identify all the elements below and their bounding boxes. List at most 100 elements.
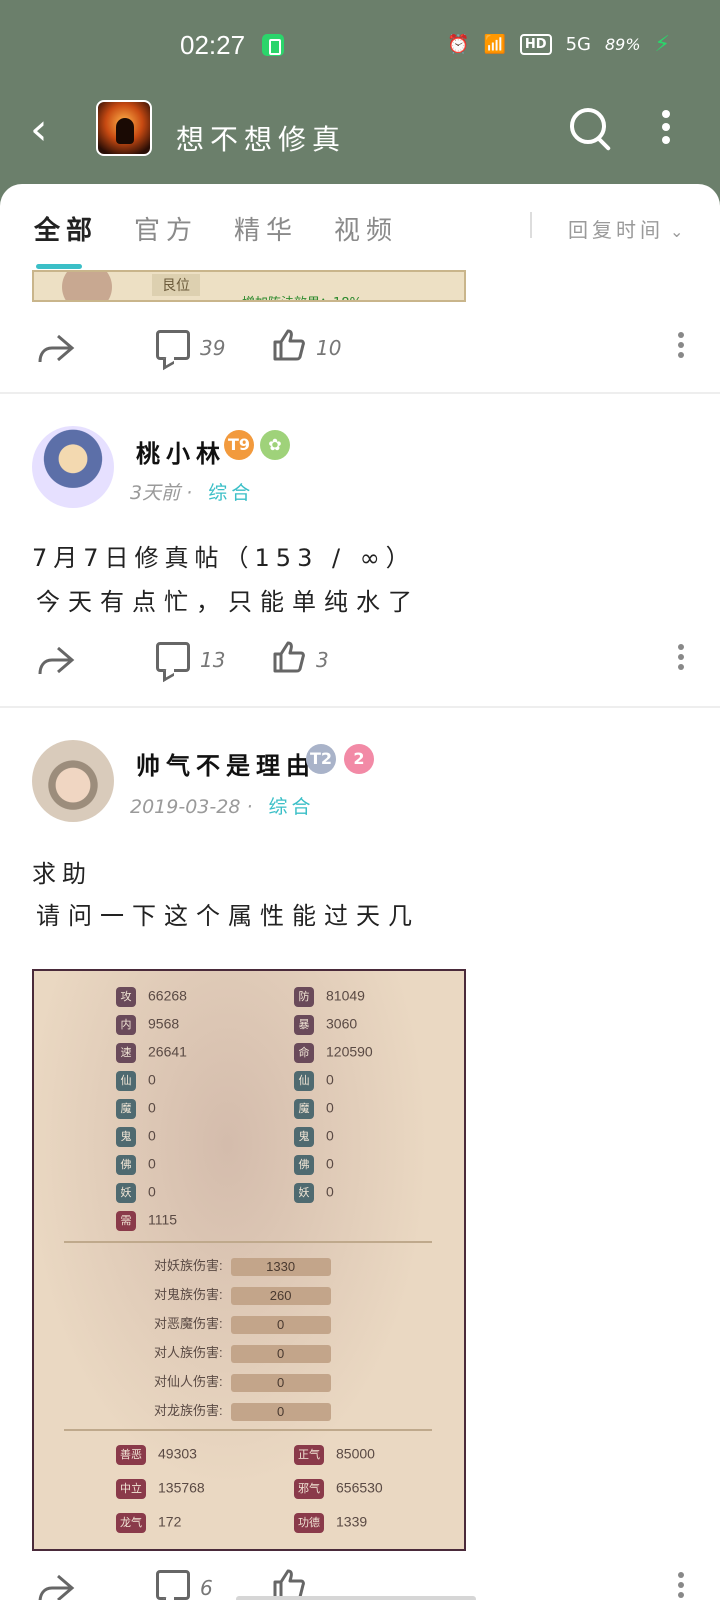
stat-row: 鬼0 bbox=[116, 1127, 156, 1147]
post-time: 3天前 bbox=[130, 482, 181, 504]
stat-row: 命 120590 bbox=[294, 1043, 373, 1063]
post-time: 2019-03-28 bbox=[130, 796, 241, 818]
level-badge: T2 bbox=[306, 744, 336, 774]
charging-icon: ⚡ bbox=[654, 32, 670, 57]
comment-icon[interactable] bbox=[156, 1570, 190, 1600]
stat-row: 邪气 656530 bbox=[294, 1479, 383, 1499]
image-effect-label: 增加阵法效果：18% bbox=[242, 292, 362, 300]
stat-row: 攻 66268 bbox=[116, 987, 187, 1007]
share-icon[interactable] bbox=[36, 332, 76, 366]
post-more-icon[interactable] bbox=[678, 644, 684, 670]
stat-row: 内 9568 bbox=[116, 1015, 179, 1035]
post-actions: 6 bbox=[0, 1558, 720, 1600]
medal-icon: ✿ bbox=[260, 430, 290, 460]
chevron-down-icon: ⌄ bbox=[670, 222, 688, 241]
stat-row: 龙气 172 bbox=[116, 1513, 181, 1533]
more-vertical-icon[interactable] bbox=[662, 110, 670, 144]
post-more-icon[interactable] bbox=[678, 1572, 684, 1598]
tab-official[interactable]: 官方 bbox=[134, 210, 198, 247]
stat-row: 魔0 bbox=[116, 1099, 156, 1119]
post-meta: 3天前 · 综合 bbox=[130, 482, 255, 504]
content-sheet: 全部 官方 精华 视频 回复时间 ⌄ 艮位 增加阵法效果：18% 39 10 桃小… bbox=[0, 184, 720, 1600]
page-title: 想不想修真 bbox=[176, 123, 347, 156]
divider bbox=[64, 1241, 432, 1243]
back-icon[interactable]: ‹ bbox=[30, 108, 48, 152]
stat-row: 佛0 bbox=[116, 1155, 156, 1175]
thumbs-up-icon[interactable] bbox=[272, 640, 306, 674]
stat-row: 仙0 bbox=[294, 1071, 334, 1091]
comment-icon[interactable] bbox=[156, 330, 190, 360]
status-bar: 02:27 ⏰ 📶 HD 5G 89% ⚡ bbox=[0, 0, 720, 90]
stat-row: 速 26641 bbox=[116, 1043, 187, 1063]
stat-row: 暴 3060 bbox=[294, 1015, 357, 1035]
stat-row: 防 81049 bbox=[294, 987, 365, 1007]
post-divider bbox=[0, 706, 720, 708]
avatar[interactable] bbox=[32, 740, 114, 822]
thumbs-up-icon[interactable] bbox=[272, 328, 306, 362]
like-count: 3 bbox=[316, 648, 329, 672]
damage-row: 对龙族伤害: 0 bbox=[154, 1400, 331, 1421]
post-actions: 13 3 bbox=[0, 630, 720, 690]
post-actions: 39 10 bbox=[0, 318, 720, 378]
damage-row: 对鬼族伤害: 260 bbox=[154, 1284, 331, 1305]
stat-row: 需 1115 bbox=[116, 1211, 177, 1231]
stat-row: 功德 1339 bbox=[294, 1513, 367, 1533]
post-body[interactable]: 今天有点忙，只能单纯水了 bbox=[36, 582, 420, 617]
battery-percent: 89% bbox=[604, 35, 641, 54]
tab-video[interactable]: 视频 bbox=[334, 210, 398, 247]
wifi-icon: 📶 bbox=[483, 34, 506, 55]
character-portrait bbox=[62, 272, 112, 300]
level-badge: T9 bbox=[224, 430, 254, 460]
divider bbox=[530, 212, 532, 238]
image-position-label: 艮位 bbox=[152, 274, 200, 296]
share-icon[interactable] bbox=[36, 1572, 76, 1600]
post-divider bbox=[0, 392, 720, 394]
post-body[interactable]: 请问一下这个属性能过天几 bbox=[36, 896, 420, 931]
stat-row: 鬼0 bbox=[294, 1127, 334, 1147]
rank-badge: 2 bbox=[344, 744, 374, 774]
damage-row: 对妖族伤害: 1330 bbox=[154, 1255, 331, 1276]
post-category[interactable]: 综合 bbox=[269, 796, 315, 818]
author-name[interactable]: 桃小林 bbox=[136, 434, 226, 469]
alarm-icon: ⏰ bbox=[447, 34, 470, 55]
home-indicator[interactable] bbox=[236, 1596, 476, 1600]
stat-row: 妖0 bbox=[116, 1183, 156, 1203]
post-category[interactable]: 综合 bbox=[208, 482, 254, 504]
sort-dropdown[interactable]: 回复时间 ⌄ bbox=[568, 214, 687, 243]
forum-avatar[interactable] bbox=[96, 100, 152, 156]
post-more-icon[interactable] bbox=[678, 332, 684, 358]
hd-icon: HD bbox=[519, 34, 552, 55]
author-name[interactable]: 帅气不是理由 bbox=[136, 746, 316, 781]
app-header: ‹ 想不想修真 bbox=[0, 90, 720, 190]
active-tab-indicator bbox=[36, 264, 82, 269]
damage-row: 对恶魔伤害: 0 bbox=[154, 1313, 331, 1334]
post-title[interactable]: 求助 bbox=[32, 854, 92, 889]
damage-row: 对人族伤害: 0 bbox=[154, 1342, 331, 1363]
stat-row: 妖0 bbox=[294, 1183, 334, 1203]
comment-count: 13 bbox=[200, 648, 226, 672]
stat-row: 善恶 49303 bbox=[116, 1445, 197, 1465]
post-image[interactable]: 攻 66268 内 9568 速 26641 仙0 魔0 鬼0 佛0 妖0 需 1115… bbox=[32, 969, 466, 1551]
like-count: 10 bbox=[316, 336, 342, 360]
share-icon[interactable] bbox=[36, 644, 76, 678]
avatar[interactable] bbox=[32, 426, 114, 508]
post-image[interactable]: 艮位 增加阵法效果：18% bbox=[32, 270, 466, 302]
comment-icon[interactable] bbox=[156, 642, 190, 672]
divider bbox=[64, 1429, 432, 1431]
stat-row: 魔0 bbox=[294, 1099, 334, 1119]
comment-count: 39 bbox=[200, 336, 226, 360]
post-meta: 2019-03-28 · 综合 bbox=[130, 796, 315, 818]
damage-row: 对仙人伤害: 0 bbox=[154, 1371, 331, 1392]
tab-all[interactable]: 全部 bbox=[34, 210, 98, 247]
stat-row: 正气 85000 bbox=[294, 1445, 375, 1465]
tab-featured[interactable]: 精华 bbox=[234, 210, 298, 247]
post-title[interactable]: 7月7日修真帖（153 / ∞） bbox=[32, 538, 416, 573]
network-label: 5G bbox=[565, 34, 591, 55]
battery-saver-icon bbox=[262, 34, 284, 56]
stat-row: 佛0 bbox=[294, 1155, 334, 1175]
filter-tabs: 全部 官方 精华 视频 回复时间 ⌄ bbox=[0, 184, 720, 270]
stat-row: 中立 135768 bbox=[116, 1479, 205, 1499]
stat-row: 仙0 bbox=[116, 1071, 156, 1091]
search-icon[interactable] bbox=[570, 108, 606, 144]
comment-count: 6 bbox=[200, 1576, 213, 1600]
